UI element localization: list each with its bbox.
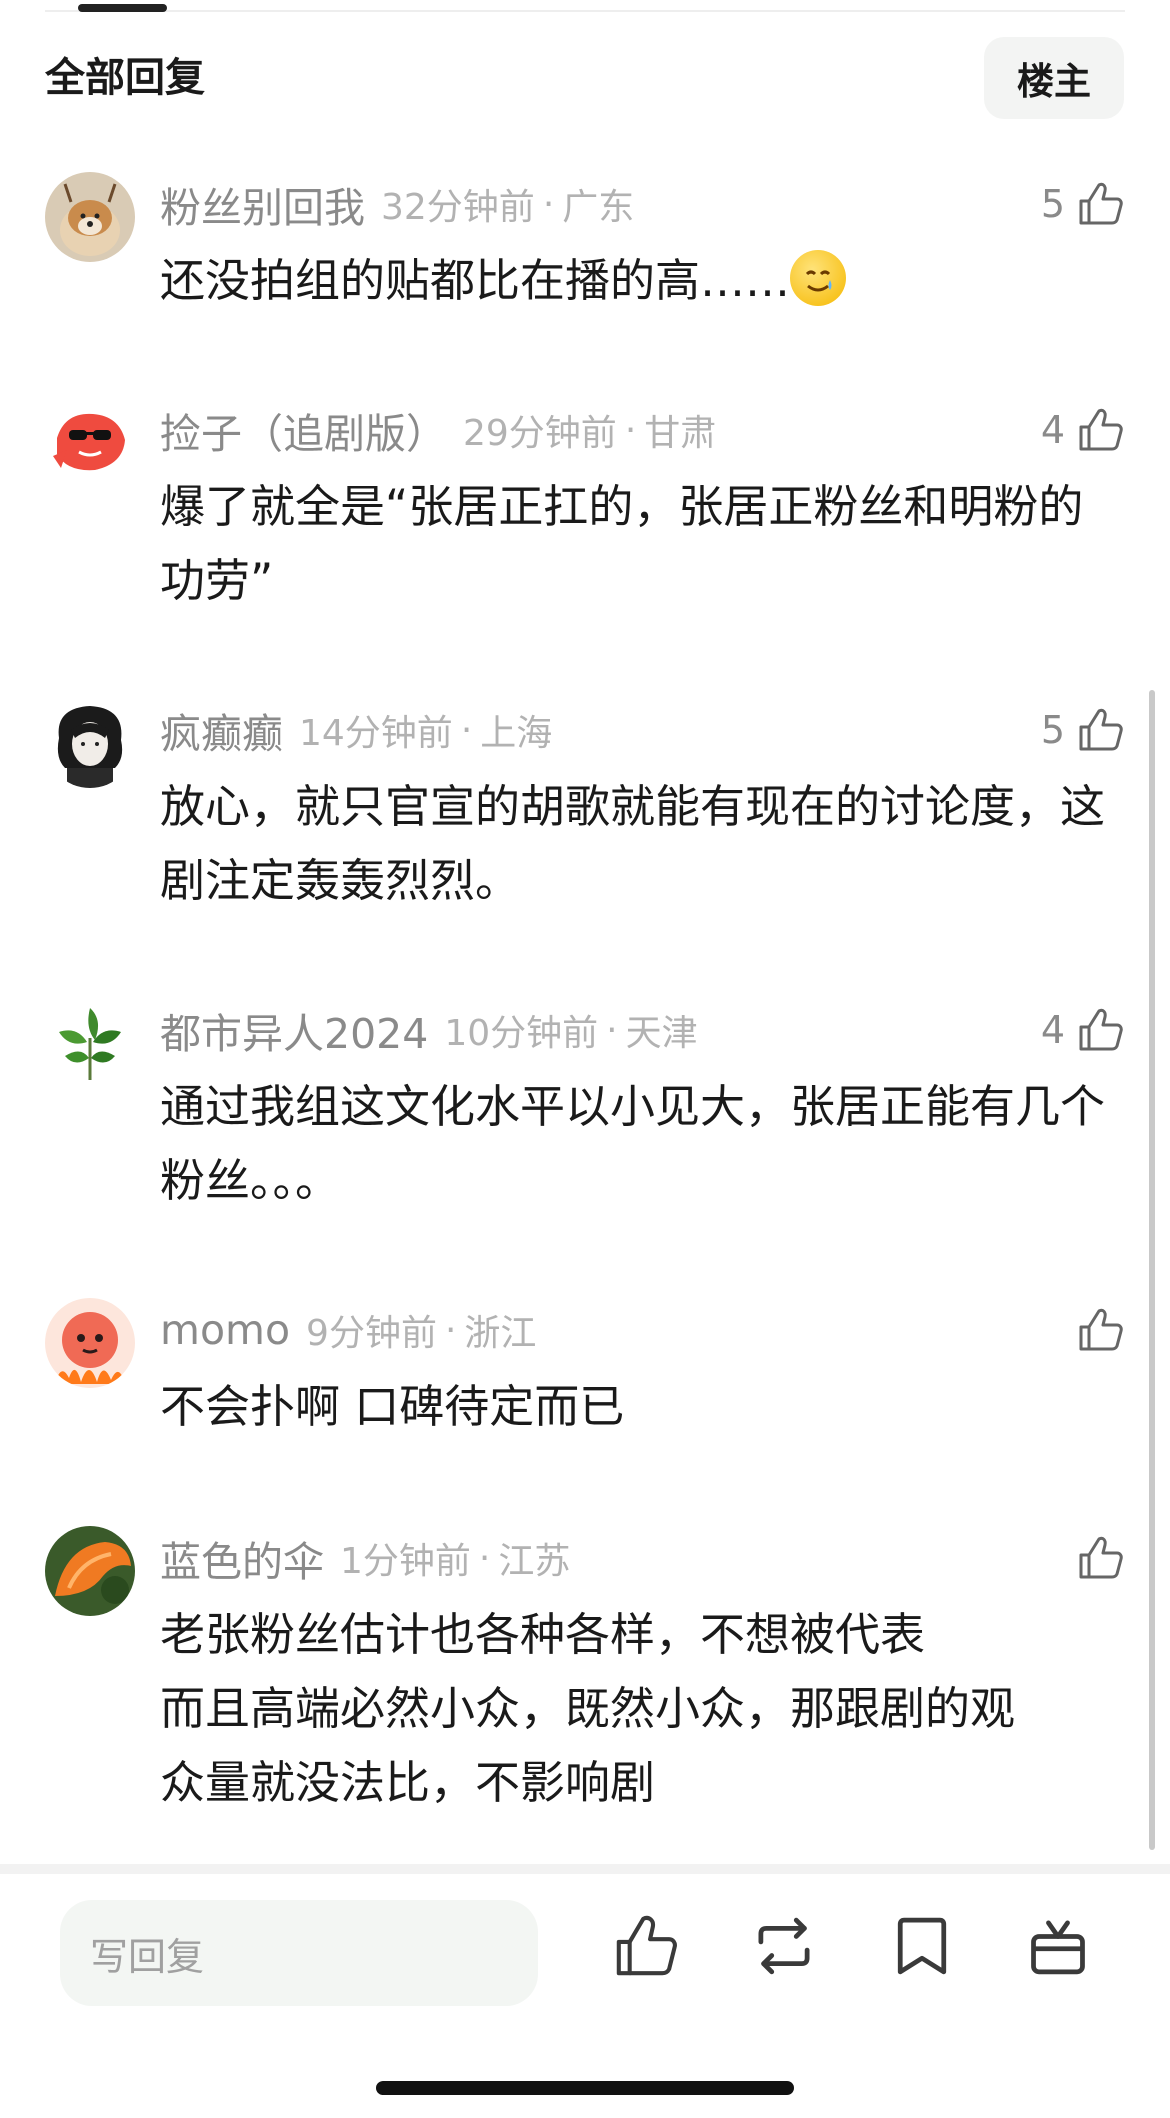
avatar[interactable] — [45, 698, 135, 788]
comment-meta: 蓝色的伞 1分钟前 · 江苏 — [160, 1526, 570, 1590]
location: 天津 — [625, 1013, 698, 1054]
comment-meta: momo 9分钟前 · 浙江 — [160, 1298, 536, 1362]
comment-meta: 捡子（追剧版） 29分钟前 · 甘肃 — [160, 398, 716, 462]
username[interactable]: 粉丝别回我 — [160, 174, 365, 234]
comment-text: 还没拍组的贴都比在播的高…… — [160, 244, 1120, 318]
username[interactable]: 捡子（追剧版） — [160, 400, 447, 460]
top-divider — [45, 10, 1125, 12]
like-button[interactable]: 5 — [1041, 176, 1125, 232]
comment-text: 爆了就全是“张居正扛的，张居正粉丝和明粉的功劳” — [160, 480, 1084, 607]
comment-text-line: 而且高端必然小众，既然小众，那跟剧的观 — [160, 1682, 1016, 1735]
comment-text: 通过我组这文化水平以小见大，张居正能有几个粉丝。。。 — [160, 1080, 1106, 1207]
username[interactable]: 都市异人2024 — [160, 1000, 428, 1060]
timestamp: 32分钟前 — [381, 187, 535, 228]
meta-separator: · — [624, 409, 637, 451]
crying-smile-emoji — [790, 250, 847, 306]
comment-text-line: 众量就没法比，不影响剧 — [160, 1756, 656, 1809]
thumbs-up-icon — [1079, 1536, 1123, 1579]
username[interactable]: momo — [160, 1306, 290, 1354]
comment-text-line: 老张粉丝估计也各种各样，不想被代表 — [160, 1608, 926, 1661]
like-count: 5 — [1040, 708, 1065, 752]
reply-input[interactable]: 写回复 — [60, 1900, 538, 2006]
meta-separator: · — [542, 183, 555, 225]
bottom-action-bar: 写回复 — [0, 1864, 1170, 2118]
location: 上海 — [480, 713, 553, 754]
timestamp: 14分钟前 — [299, 713, 453, 754]
avatar[interactable] — [45, 398, 135, 488]
scrollbar[interactable] — [1149, 690, 1155, 1850]
thumbs-up-icon — [1079, 708, 1123, 751]
thumbs-up-icon — [1079, 1308, 1123, 1351]
meta-separator: · — [460, 709, 473, 751]
like-count: 5 — [1040, 182, 1065, 226]
like-count: 4 — [1040, 1008, 1065, 1052]
like-button[interactable] — [1065, 1530, 1125, 1586]
op-only-button[interactable]: 楼主 — [984, 37, 1124, 119]
comment-text: 放心，就只官宣的胡歌就能有现在的讨论度，这剧注定轰轰烈烈。 — [160, 780, 1106, 907]
comment-text-content: 还没拍组的贴都比在播的高…… — [160, 254, 791, 307]
avatar[interactable] — [45, 1298, 135, 1388]
location: 浙江 — [464, 1313, 537, 1354]
like-button[interactable]: 4 — [1041, 402, 1125, 458]
bookmark-icon[interactable] — [888, 1912, 956, 1980]
thumbs-up-icon[interactable] — [612, 1912, 680, 1980]
location: 江苏 — [498, 1541, 571, 1582]
username[interactable]: 疯癫癫 — [160, 700, 283, 760]
timestamp: 10分钟前 — [444, 1013, 599, 1054]
location: 广东 — [562, 187, 635, 228]
like-button[interactable]: 5 — [1041, 702, 1125, 758]
location: 甘肃 — [644, 413, 717, 454]
comment-text: 不会扑啊 口碑待定而已 — [160, 1380, 625, 1433]
timestamp: 9分钟前 — [306, 1313, 437, 1354]
tab-indicator — [78, 4, 167, 12]
home-indicator[interactable] — [376, 2081, 794, 2095]
like-button[interactable] — [1065, 1302, 1125, 1358]
like-button[interactable]: 4 — [1041, 1002, 1125, 1058]
comment-meta: 疯癫癫 14分钟前 · 上海 — [160, 698, 552, 762]
comment-meta: 都市异人2024 10分钟前 · 天津 — [160, 998, 698, 1062]
all-replies-title: 全部回复 — [45, 55, 205, 101]
gift-icon[interactable] — [1024, 1912, 1092, 1980]
comment-meta: 粉丝别回我 32分钟前 · 广东 — [160, 172, 634, 236]
comment-thread-page: 全部回复 楼主 粉丝别回我 32分钟前 · 广东 5 还没拍组的贴都比在播的高…… — [0, 0, 1170, 2118]
avatar[interactable] — [45, 998, 135, 1088]
username[interactable]: 蓝色的伞 — [160, 1528, 324, 1588]
thumbs-up-icon — [1079, 408, 1123, 451]
meta-separator: · — [444, 1309, 457, 1351]
meta-separator: · — [478, 1537, 491, 1579]
comment-text: 老张粉丝估计也各种各样，不想被代表 而且高端必然小众，既然小众，那跟剧的观 众量… — [160, 1598, 1120, 1820]
timestamp: 29分钟前 — [463, 413, 617, 454]
avatar[interactable] — [45, 172, 135, 262]
repost-icon[interactable] — [750, 1912, 818, 1980]
meta-separator: · — [606, 1009, 618, 1051]
timestamp: 1分钟前 — [340, 1541, 471, 1582]
like-count: 4 — [1040, 408, 1065, 452]
avatar[interactable] — [45, 1526, 135, 1616]
thumbs-up-icon — [1079, 182, 1123, 225]
thumbs-up-icon — [1079, 1008, 1123, 1051]
